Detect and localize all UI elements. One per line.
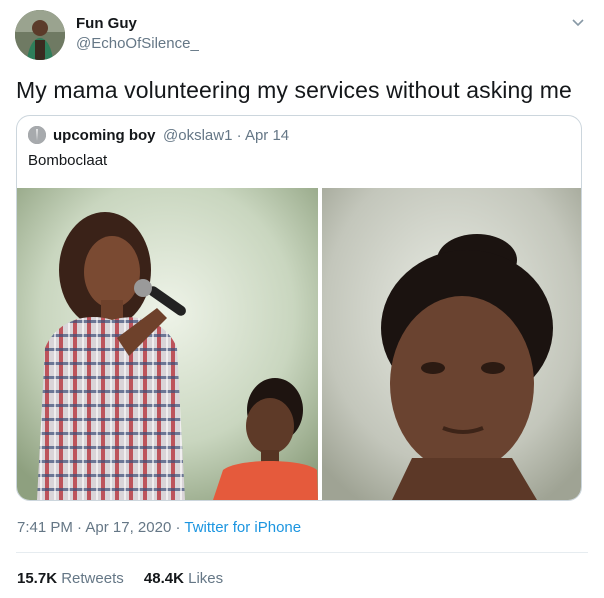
quoted-avatar-photo <box>28 126 46 144</box>
chevron-down-icon[interactable] <box>570 14 586 30</box>
author-handle[interactable]: @EchoOfSilence_ <box>76 35 199 52</box>
tweet-stats: 15.7K Retweets 48.4K Likes <box>17 570 239 587</box>
timestamp-separator: · <box>77 519 83 536</box>
media-photo-left[interactable] <box>17 188 318 500</box>
divider <box>16 552 588 553</box>
quoted-date[interactable]: Apr 14 <box>245 127 289 144</box>
author-name[interactable]: Fun Guy <box>76 15 137 32</box>
tweet-text: My mama volunteering my services without… <box>16 77 572 103</box>
quoted-avatar[interactable] <box>28 126 46 144</box>
likes-stat[interactable]: 48.4K Likes <box>144 570 223 587</box>
tweet-timestamp: 7:41 PM · Apr 17, 2020 · Twitter for iPh… <box>17 519 301 536</box>
author-avatar[interactable] <box>15 10 65 60</box>
timestamp-separator: · <box>175 519 181 536</box>
tweet-time[interactable]: 7:41 PM <box>17 519 73 536</box>
retweets-label: Retweets <box>61 570 124 587</box>
likes-count: 48.4K <box>143 570 184 587</box>
avatar-photo <box>15 10 65 60</box>
quoted-author-name[interactable]: upcoming boy <box>53 127 156 144</box>
quoted-handle[interactable]: @okslaw1 <box>163 127 232 144</box>
media-photo-right[interactable] <box>322 188 581 500</box>
quoted-text: Bomboclaat <box>28 152 108 169</box>
quoted-tweet[interactable]: upcoming boy @okslaw1 · Apr 14 Bomboclaa… <box>16 115 582 501</box>
tweet-source-link[interactable]: Twitter for iPhone <box>184 519 301 536</box>
likes-label: Likes <box>188 570 224 587</box>
quoted-meta: @okslaw1 · Apr 14 <box>163 127 289 144</box>
tweet-date[interactable]: Apr 17, 2020 <box>85 519 171 536</box>
quoted-media[interactable] <box>17 188 581 500</box>
quoted-separator: · <box>236 127 242 144</box>
retweets-count: 15.7K <box>17 570 58 587</box>
tweet-card: Fun Guy @EchoOfSilence_ My mama voluntee… <box>0 0 604 598</box>
retweets-stat[interactable]: 15.7K Retweets <box>17 570 124 587</box>
